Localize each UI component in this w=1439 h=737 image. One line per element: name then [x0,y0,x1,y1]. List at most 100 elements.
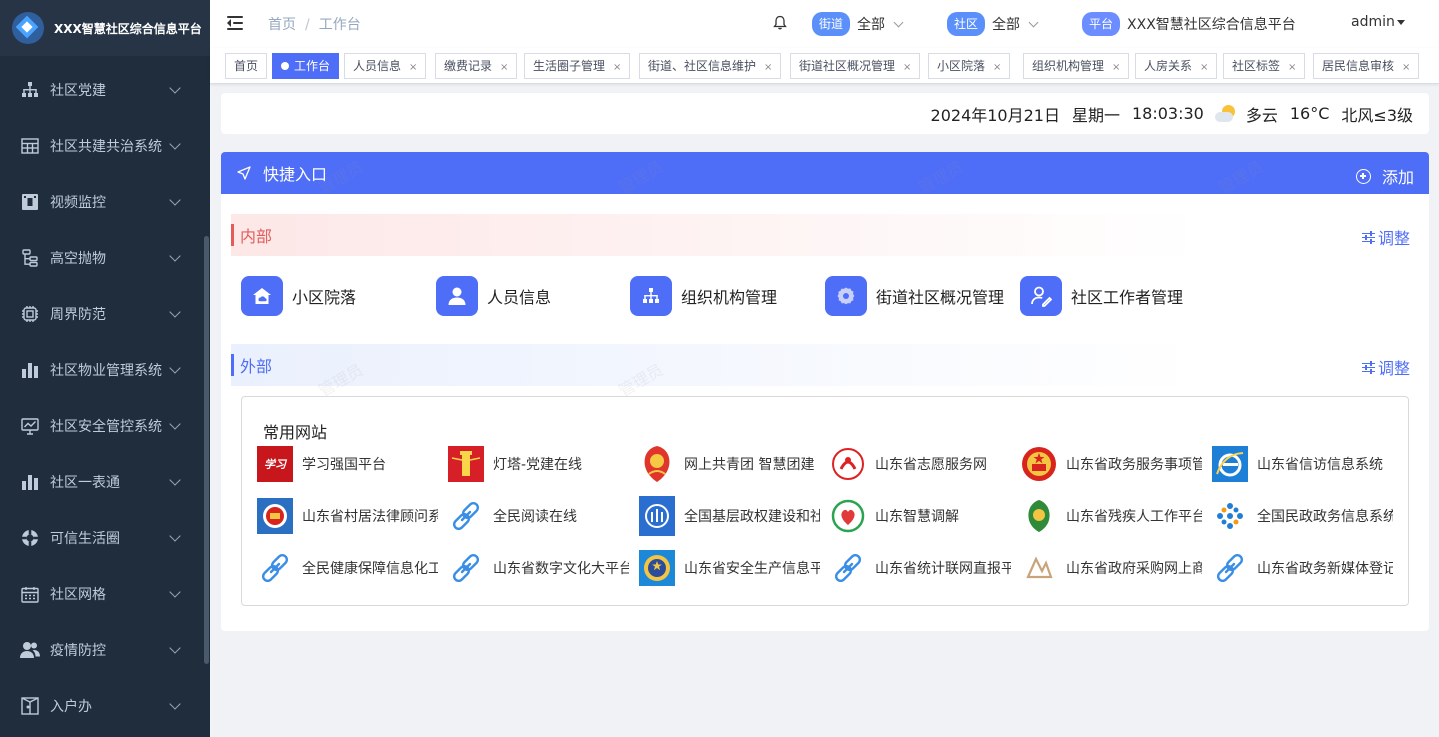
tab-1[interactable]: 首页 [225,53,268,79]
shortcut-label: 组织机构管理 [681,288,778,307]
tab-6[interactable]: 街道、社区信息维护 × [639,53,782,79]
justice-logo [257,495,293,537]
close-icon[interactable]: × [1402,62,1410,73]
website-link-6[interactable]: 山东省信访信息系统 [1212,443,1393,485]
user-menu[interactable]: admin [1351,14,1405,30]
shortcut-4[interactable]: 街道社区概况管理 [825,276,1004,316]
sidebar-item-label: 可信生活圈 [50,531,120,547]
website-link-5[interactable]: 山东省政务服务事项管理 [1021,443,1202,485]
website-link-7[interactable]: 山东省村居法律顾问系统 [257,495,438,537]
website-link-18[interactable]: 山东省政务新媒体登记 [1212,547,1393,589]
close-icon[interactable]: × [409,62,417,73]
community-value: 全部 [992,17,1021,33]
close-icon[interactable]: × [613,62,621,73]
website-link-13[interactable]: 全民健康保障信息化工程 [257,547,438,589]
tab-4[interactable]: 缴费记录 × [435,53,518,79]
shortcut-1[interactable]: 小区院落 [241,276,356,316]
platform-selector[interactable]: 平台 XXX智慧社区综合信息平台 [1082,12,1296,36]
close-icon[interactable]: × [764,62,772,73]
plus-circle-icon [1355,168,1371,184]
navigation-icon [237,166,251,180]
bell-icon[interactable] [773,15,787,30]
external-adjust-button[interactable]: 调整 [1361,355,1410,379]
shortcut-label: 街道社区概况管理 [876,288,1005,307]
close-icon[interactable]: × [1200,62,1208,73]
website-link-12[interactable]: 全国民政政务信息系统 [1212,495,1393,537]
sidebar-item-label: 高空抛物 [50,251,106,267]
sidebar-item-12[interactable]: 入户办 [0,678,203,734]
website-link-8[interactable]: 全民阅读在线 [448,495,629,537]
close-icon[interactable]: × [1112,62,1120,73]
sidebar-item-label: 社区网格 [50,587,106,603]
civil-affairs-logo [639,495,675,537]
sidebar-item-label: 视频监控 [50,195,106,211]
tab-label: 人房关系 [1144,59,1193,73]
website-link-14[interactable]: 山东省数字文化大平台 [448,547,629,589]
internal-adjust-button[interactable]: 调整 [1361,225,1410,249]
website-link-15[interactable]: 山东省安全生产信息平台 [639,547,820,589]
collapse-menu-icon[interactable] [227,15,245,31]
lifebuoy-icon [20,528,40,548]
user-icon [436,276,478,316]
sidebar-item-6[interactable]: 社区物业管理系统 [0,342,203,398]
tab-label: 居民信息审核 [1322,59,1395,73]
chevron-down-icon [169,306,181,318]
community-selector[interactable]: 社区 全部 [947,12,1039,36]
sidebar-item-1[interactable]: 社区党建 [0,62,203,118]
chevron-down-icon [169,250,181,262]
tab-11[interactable]: 社区标签 × [1223,53,1306,79]
add-button[interactable]: 添加 [1355,164,1414,188]
lighthouse-logo [448,443,484,485]
website-link-11[interactable]: 山东省残疾人工作平台 [1021,495,1202,537]
sidebar-item-8[interactable]: 社区一表通 [0,454,203,510]
sidebar-item-7[interactable]: 社区安全管控系统 [0,398,203,454]
breadcrumb-home[interactable]: 首页 [268,17,296,33]
bar-chart-icon [20,472,40,492]
website-link-3[interactable]: 网上共青团 智慧团建 [639,443,820,485]
website-link-1[interactable]: 学习 学习强国平台 [257,443,438,485]
tab-7[interactable]: 街道社区概况管理 × [790,53,921,79]
street-selector[interactable]: 街道 全部 [812,12,904,36]
sidebar-item-9[interactable]: 可信生活圈 [0,510,203,566]
logo-icon [12,12,44,44]
website-link-17[interactable]: 山东省政府采购网上商城 [1021,547,1202,589]
sidebar-item-11[interactable]: 疫情防控 [0,622,203,678]
monitor-chart-icon [20,416,40,436]
website-link-4[interactable]: 山东省志愿服务网 [830,443,1011,485]
close-icon[interactable]: × [993,62,1001,73]
shortcut-label: 人员信息 [487,288,552,307]
shortcut-label: 小区院落 [292,288,357,307]
tab-9[interactable]: 组织机构管理 × [1023,53,1130,79]
sidebar-item-5[interactable]: 周界防范 [0,286,203,342]
website-link-10[interactable]: 山东智慧调解 [830,495,1011,537]
sidebar-item-4[interactable]: 高空抛物 [0,230,203,286]
website-link-9[interactable]: 全国基层政权建设和社区治理 [639,495,820,537]
website-name: 山东省政务服务事项管理 [1066,457,1202,473]
film-icon [20,192,40,212]
temperature-text: 16°C [1289,104,1330,123]
sidebar-item-10[interactable]: 社区网格 [0,566,203,622]
tab-10[interactable]: 人房关系 × [1135,53,1218,79]
website-link-2[interactable]: 灯塔-党建在线 [448,443,629,485]
gear-icon [825,276,867,316]
sidebar-item-3[interactable]: 视频监控 [0,174,203,230]
tab-2[interactable]: 工作台 [272,53,340,79]
close-icon[interactable]: × [903,62,911,73]
tab-5[interactable]: 生活圈子管理 × [524,53,631,79]
close-icon[interactable]: × [1288,62,1296,73]
website-link-16[interactable]: 山东省统计联网直报平台 [830,547,1011,589]
ie-browser-logo [1212,443,1248,485]
tab-8[interactable]: 小区院落 × [928,53,1011,79]
tab-12[interactable]: 居民信息审核 × [1313,53,1420,79]
shortcut-5[interactable]: 社区工作者管理 [1020,276,1183,316]
close-icon[interactable]: × [500,62,508,73]
sidebar-scrollbar[interactable] [204,236,209,664]
shortcut-2[interactable]: 人员信息 [436,276,551,316]
tab-3[interactable]: 人员信息 × [344,53,427,79]
shortcut-3[interactable]: 组织机构管理 [630,276,777,316]
sidebar-item-2[interactable]: 社区共建共治系统 [0,118,203,174]
sidebar-item-label: 社区安全管控系统 [50,419,162,435]
app-logo[interactable]: XXX智慧社区综合信息平台 [0,0,210,56]
sidebar-item-label: 社区一表通 [50,475,120,491]
sidebar: XXX智慧社区综合信息平台 社区党建 社区共建共治系统 视频监控 高空抛物 周界防范 社区… [0,0,210,737]
